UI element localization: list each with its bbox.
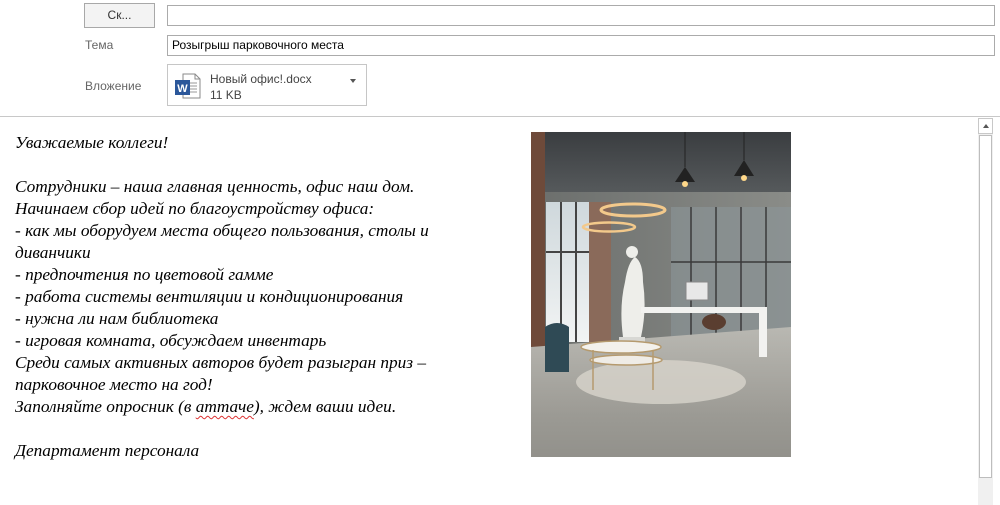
chevron-down-icon[interactable] xyxy=(350,79,356,83)
list-item: - предпочтения по цветовой гамме xyxy=(15,265,274,284)
list-item: - игровая комната, обсуждаем инвентарь xyxy=(15,331,327,350)
header-divider xyxy=(0,116,1000,117)
cta-text-before: Заполняйте опросник (в xyxy=(15,397,196,416)
attachment-name: Новый офис!.docx xyxy=(210,72,312,86)
scroll-thumb[interactable] xyxy=(979,135,992,478)
cc-field[interactable] xyxy=(167,5,995,26)
attachment-size: 11 KB xyxy=(210,88,242,102)
word-icon-letter: W xyxy=(177,83,188,95)
prize-line-1: Среди самых активных авторов будет разыг… xyxy=(15,353,426,372)
subject-label: Тема xyxy=(85,38,114,52)
intro-line: Сотрудники – наша главная ценность, офис… xyxy=(15,177,415,196)
cc-button[interactable]: Ск... xyxy=(84,3,155,28)
list-item: - как мы оборудуем места общего пользова… xyxy=(15,221,429,262)
word-doc-icon: W xyxy=(175,73,201,99)
lead-line: Начинаем сбор идей по благоустройству оф… xyxy=(15,199,375,218)
list-item: - нужна ли нам библиотека xyxy=(15,309,219,328)
prize-line-2: парковочное место на год! xyxy=(15,375,213,394)
scroll-up-arrow-icon[interactable] xyxy=(978,118,993,134)
attachment-item[interactable]: W Новый офис!.docx 11 KB xyxy=(167,64,367,106)
subject-field[interactable]: Розыгрыш парковочного места xyxy=(167,35,995,56)
office-interior-image[interactable] xyxy=(531,132,791,457)
cta-text-after: ), ждем ваши идеи. xyxy=(253,397,397,416)
attachment-label: Вложение xyxy=(85,79,142,93)
message-body[interactable]: Уважаемые коллеги! Сотрудники – наша гла… xyxy=(15,132,495,462)
greeting-line: Уважаемые коллеги! xyxy=(15,133,169,152)
list-item: - работа системы вентиляции и кондициони… xyxy=(15,287,404,306)
cta-line: Заполняйте опросник (в аттаче), ждем ваш… xyxy=(15,396,495,418)
vertical-scrollbar[interactable] xyxy=(978,118,993,505)
signature-line: Департамент персонала xyxy=(15,441,200,460)
misspelled-word[interactable]: аттаче xyxy=(196,397,254,416)
